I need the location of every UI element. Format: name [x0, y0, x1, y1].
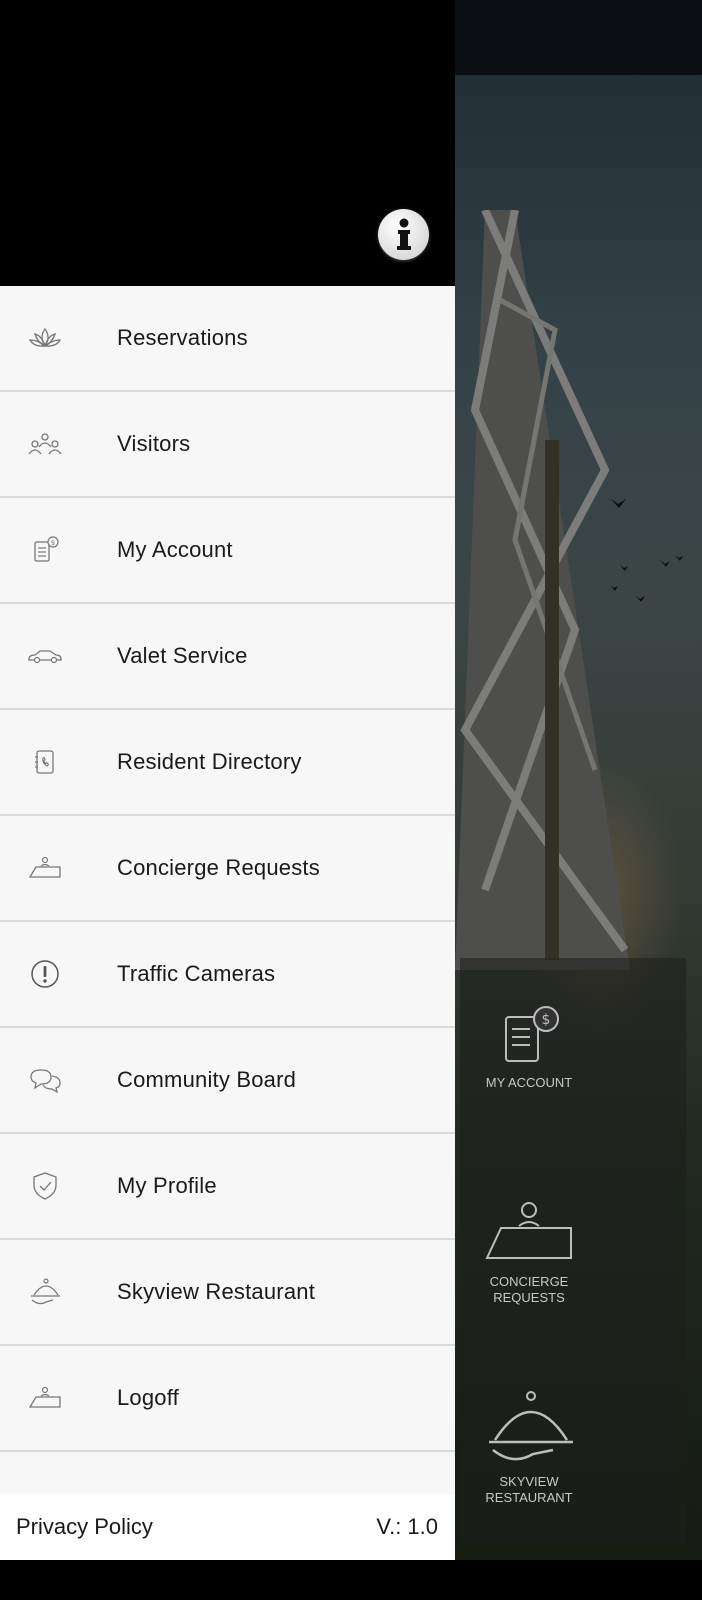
menu-item-visitors[interactable]: Visitors	[0, 392, 455, 498]
drawer-menu: Reservations Visitors $ My Account Valet…	[0, 286, 455, 1452]
menu-item-label: Community Board	[117, 1067, 297, 1092]
concierge-desk-icon	[27, 1380, 63, 1416]
alert-circle-icon	[27, 956, 63, 992]
invoice-dollar-icon: $	[27, 532, 63, 568]
drawer-footer: Privacy Policy V.: 1.0	[0, 1494, 455, 1560]
menu-item-skyview-restaurant[interactable]: Skyview Restaurant	[0, 1240, 455, 1346]
menu-item-label: Valet Service	[117, 643, 248, 668]
phone-book-icon	[27, 744, 63, 780]
menu-item-logoff[interactable]: Logoff	[0, 1346, 455, 1452]
shield-check-icon	[27, 1168, 63, 1204]
tile-skyview-restaurant-label: SKYVIEW RESTAURANT	[485, 1474, 573, 1505]
people-group-icon	[27, 426, 63, 462]
info-icon	[396, 218, 411, 250]
invoice-dollar-icon: $	[505, 1006, 559, 1062]
menu-item-label: Visitors	[117, 431, 191, 456]
concierge-desk-icon	[27, 850, 63, 886]
tile-concierge-requests-label: CONCIERGE REQUESTS	[489, 1274, 569, 1305]
menu-item-my-profile[interactable]: My Profile	[0, 1134, 455, 1240]
car-icon	[27, 638, 63, 674]
menu-item-label: Resident Directory	[117, 749, 302, 774]
menu-item-label: Reservations	[117, 325, 248, 350]
menu-item-traffic-cameras[interactable]: Traffic Cameras	[0, 922, 455, 1028]
menu-item-label: Traffic Cameras	[117, 961, 276, 986]
app-version-label: V.: 1.0	[376, 1514, 438, 1539]
cloche-icon	[489, 1391, 573, 1461]
system-navigation-bar	[0, 1560, 702, 1600]
chat-bubbles-icon	[27, 1062, 63, 1098]
tile-my-account: $ MY ACCOUNT	[470, 1005, 588, 1091]
privacy-policy-link[interactable]: Privacy Policy	[16, 1514, 153, 1540]
menu-item-label: Skyview Restaurant	[117, 1279, 316, 1304]
svg-text:$: $	[51, 539, 55, 547]
menu-item-concierge-requests[interactable]: Concierge Requests	[0, 816, 455, 922]
drawer-header	[0, 0, 455, 286]
menu-item-label: My Profile	[117, 1173, 217, 1198]
menu-item-label: My Account	[117, 537, 233, 562]
menu-item-valet-service[interactable]: Valet Service	[0, 604, 455, 710]
concierge-desk-icon	[485, 1202, 572, 1259]
navigation-drawer: Reservations Visitors $ My Account Valet…	[0, 0, 455, 1560]
menu-item-resident-directory[interactable]: Resident Directory	[0, 710, 455, 816]
lotus-icon	[27, 320, 63, 356]
menu-item-reservations[interactable]: Reservations	[0, 286, 455, 392]
menu-item-label: Concierge Requests	[117, 855, 320, 880]
tile-skyview-restaurant: SKYVIEW RESTAURANT	[470, 1388, 588, 1506]
menu-item-my-account[interactable]: $ My Account	[0, 498, 455, 604]
svg-text:$: $	[542, 1012, 551, 1028]
info-button[interactable]	[378, 209, 429, 260]
menu-item-community-board[interactable]: Community Board	[0, 1028, 455, 1134]
tile-concierge-requests: CONCIERGE REQUESTS	[470, 1200, 588, 1306]
cloche-icon	[27, 1274, 63, 1310]
menu-item-label: Logoff	[117, 1385, 179, 1410]
tile-my-account-label: MY ACCOUNT	[485, 1075, 573, 1090]
